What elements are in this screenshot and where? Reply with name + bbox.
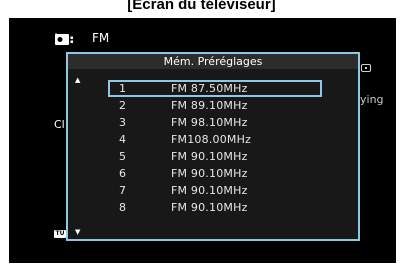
preset-row-4[interactable]: 4 FM108.00MHz: [108, 131, 322, 148]
preset-memory-dialog: Mém. Préréglages ▲ ▼ 1 FM 87.50MHz 2 FM …: [66, 52, 360, 241]
preset-number: 7: [119, 184, 126, 197]
preset-row-5[interactable]: 5 FM 90.10MHz: [108, 148, 322, 165]
preset-frequency: FM 90.10MHz: [171, 167, 248, 180]
source-label: FM: [92, 31, 110, 45]
tuner-badge: TU: [54, 230, 66, 238]
preset-row-1[interactable]: 1 FM 87.50MHz: [108, 80, 322, 97]
preset-row-7[interactable]: 7 FM 90.10MHz: [108, 182, 322, 199]
preset-row-8[interactable]: 8 FM 90.10MHz: [108, 199, 322, 216]
info-icon: [361, 64, 371, 72]
preset-frequency: FM 87.50MHz: [171, 82, 248, 95]
scroll-up-icon[interactable]: ▲: [75, 76, 80, 84]
preset-number: 4: [119, 133, 126, 146]
preset-number: 3: [119, 116, 126, 129]
preset-frequency: FM 90.10MHz: [171, 201, 248, 214]
preset-number: 8: [119, 201, 126, 214]
preset-frequency: FM 98.10MHz: [171, 116, 248, 129]
preset-frequency: FM108.00MHz: [171, 133, 252, 146]
scroll-down-icon[interactable]: ▼: [75, 228, 80, 236]
preset-frequency: FM 90.10MHz: [171, 184, 248, 197]
radio-tuner-icon: [55, 33, 73, 45]
background-right-text: ying: [360, 93, 384, 106]
preset-number: 1: [119, 82, 126, 95]
preset-frequency: FM 89.10MHz: [171, 99, 248, 112]
preset-number: 6: [119, 167, 126, 180]
background-left-text: Cl: [54, 118, 65, 131]
preset-row-2[interactable]: 2 FM 89.10MHz: [108, 97, 322, 114]
preset-number: 2: [119, 99, 126, 112]
preset-row-6[interactable]: 6 FM 90.10MHz: [108, 165, 322, 182]
screen-caption: [Écran du téléviseur]: [127, 0, 276, 13]
preset-row-3[interactable]: 3 FM 98.10MHz: [108, 114, 322, 131]
dialog-title: Mém. Préréglages: [68, 54, 358, 69]
preset-number: 5: [119, 150, 126, 163]
preset-frequency: FM 90.10MHz: [171, 150, 248, 163]
